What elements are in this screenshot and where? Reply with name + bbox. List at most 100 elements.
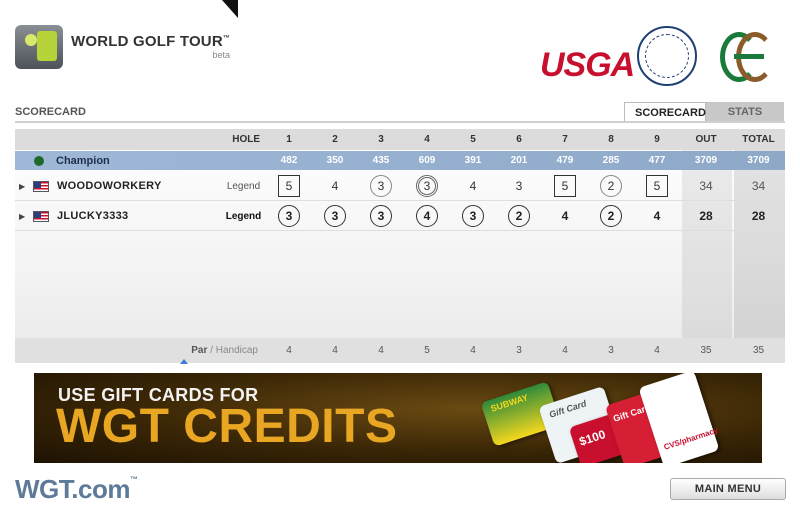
champion-row: Champion 482 350 435 609 391 201 479 285…: [15, 151, 785, 170]
yardage-cell: 609: [418, 155, 436, 166]
hole-score: 3: [462, 205, 484, 227]
hole-score: 5: [554, 175, 576, 197]
yardage-cell: 201: [510, 155, 528, 166]
par-handicap-toggle[interactable]: Par / Handicap: [15, 345, 266, 356]
yardage-cell: 479: [556, 155, 574, 166]
logo-beta: beta: [212, 50, 231, 60]
player-name: JLUCKY3333: [57, 210, 129, 222]
hole-number: 1: [286, 134, 292, 145]
scorecard-tabs: SCORECARD STATS: [624, 102, 784, 122]
par-row: Par / Handicap 4 4 4 5 4 3 4 3 4 35 35: [15, 338, 785, 363]
banner-title: WGT CREDITS: [56, 400, 398, 453]
player-out: 34: [699, 179, 713, 193]
club-monogram-icon: [720, 28, 778, 86]
scorecard-title: SCORECARD: [15, 106, 86, 118]
corner-notch: [222, 0, 238, 18]
hole-score: 4: [561, 209, 569, 223]
hole-number: 8: [608, 134, 614, 145]
expand-arrow-icon[interactable]: ▶: [19, 182, 27, 191]
main-menu-button[interactable]: MAIN MENU: [670, 478, 786, 500]
hole-number: 3: [378, 134, 384, 145]
hole-score: 3: [370, 175, 392, 197]
hole-score: 4: [653, 209, 661, 223]
tab-stats[interactable]: STATS: [706, 102, 784, 122]
hole-score: 3: [416, 175, 438, 197]
golfer-logo-icon: [15, 25, 63, 69]
player-level: Legend: [226, 180, 261, 192]
player-level: Legend: [225, 210, 262, 222]
player-total: 34: [751, 179, 766, 193]
yardage-out: 3709: [694, 155, 718, 166]
par-cell: 4: [562, 345, 568, 356]
hole-number: 2: [332, 134, 338, 145]
us-flag-icon: [33, 180, 49, 192]
par-out: 35: [700, 345, 712, 356]
champion-label: Champion: [56, 154, 110, 167]
hole-number: 4: [424, 134, 430, 145]
expand-arrow-icon[interactable]: ▶: [19, 212, 27, 221]
hole-number: 7: [562, 134, 568, 145]
par-cell: 5: [424, 345, 430, 356]
par-cell: 4: [332, 345, 338, 356]
us-flag-icon: [33, 210, 49, 222]
hole-score: 2: [508, 205, 530, 227]
wgt-footer-text: WGT.com: [15, 474, 130, 504]
tab-scorecard[interactable]: SCORECARD: [624, 102, 706, 122]
card-subway-text: SUBWAY: [489, 392, 530, 414]
hole-score: 3: [515, 179, 523, 193]
hole-number: 6: [516, 134, 522, 145]
hole-score: 3: [278, 205, 300, 227]
hole-score: 5: [646, 175, 668, 197]
par-cell: 3: [608, 345, 614, 356]
yardage-cell: 350: [326, 155, 344, 166]
par-label[interactable]: Par: [191, 345, 207, 356]
yardage-cell: 477: [648, 155, 666, 166]
out-header: OUT: [695, 134, 717, 145]
hole-score: 4: [469, 179, 477, 193]
par-cell: 4: [470, 345, 476, 356]
player-row[interactable]: ▶ WOODOWORKERY Legend 5 4 3 3 4 3 5 2 5 …: [15, 172, 785, 201]
tabs-divider: [15, 121, 785, 123]
par-cell: 4: [286, 345, 292, 356]
usga-logo: USGA: [540, 46, 635, 84]
par-cell: 3: [516, 345, 522, 356]
player-total: 28: [751, 209, 766, 223]
yardage-cell: 435: [372, 155, 390, 166]
hole-number: 5: [470, 134, 476, 145]
total-header: TOTAL: [742, 134, 775, 145]
par-cell: 4: [654, 345, 660, 356]
par-cell: 4: [378, 345, 384, 356]
player-row[interactable]: ▶ JLUCKY3333 Legend 3 3 3 4 3 2 4 2 4 28…: [15, 202, 785, 231]
yardage-cell: 285: [602, 155, 620, 166]
wgt-logo: WORLD GOLF TOUR™ beta: [15, 25, 230, 69]
wgt-footer-tm: ™: [129, 475, 138, 484]
hole-score: 2: [600, 205, 622, 227]
hole-score: 4: [416, 205, 438, 227]
card-gift-text: Gift Card: [547, 398, 588, 420]
hole-score: 3: [324, 205, 346, 227]
hole-score: 4: [331, 179, 339, 193]
usga-seal-icon: [637, 26, 697, 86]
yardage-cell: 391: [464, 155, 482, 166]
yardage-total: 3709: [747, 155, 770, 166]
yardage-cell: 482: [280, 155, 298, 166]
champion-dot-icon: [34, 155, 44, 166]
wgt-footer-logo: WGT.com™: [15, 474, 138, 504]
player-out: 28: [699, 209, 713, 223]
hole-score: 3: [370, 205, 392, 227]
hole-number: 9: [654, 134, 660, 145]
hole-score: 2: [600, 175, 622, 197]
table-header-row: HOLE 1 2 3 4 5 6 7 8 9 OUT TOTAL: [15, 129, 785, 150]
par-total: 35: [752, 345, 765, 356]
hole-score: 5: [278, 175, 300, 197]
logo-title: WORLD GOLF TOUR: [71, 33, 223, 50]
scorecard-table: HOLE 1 2 3 4 5 6 7 8 9 OUT TOTAL Champio…: [15, 129, 785, 363]
player-name: WOODOWORKERY: [57, 180, 162, 192]
logo-tm: ™: [222, 35, 231, 42]
gift-card-banner[interactable]: USE GIFT CARDS FOR WGT CREDITS SUBWAY Gi…: [34, 373, 762, 463]
par-separator: /: [207, 345, 216, 356]
handicap-label[interactable]: Handicap: [216, 345, 258, 356]
card-cvs-text: CVS/pharmacy: [662, 425, 720, 452]
par-selected-marker-icon: [180, 359, 188, 364]
hole-header: HOLE: [232, 134, 260, 145]
